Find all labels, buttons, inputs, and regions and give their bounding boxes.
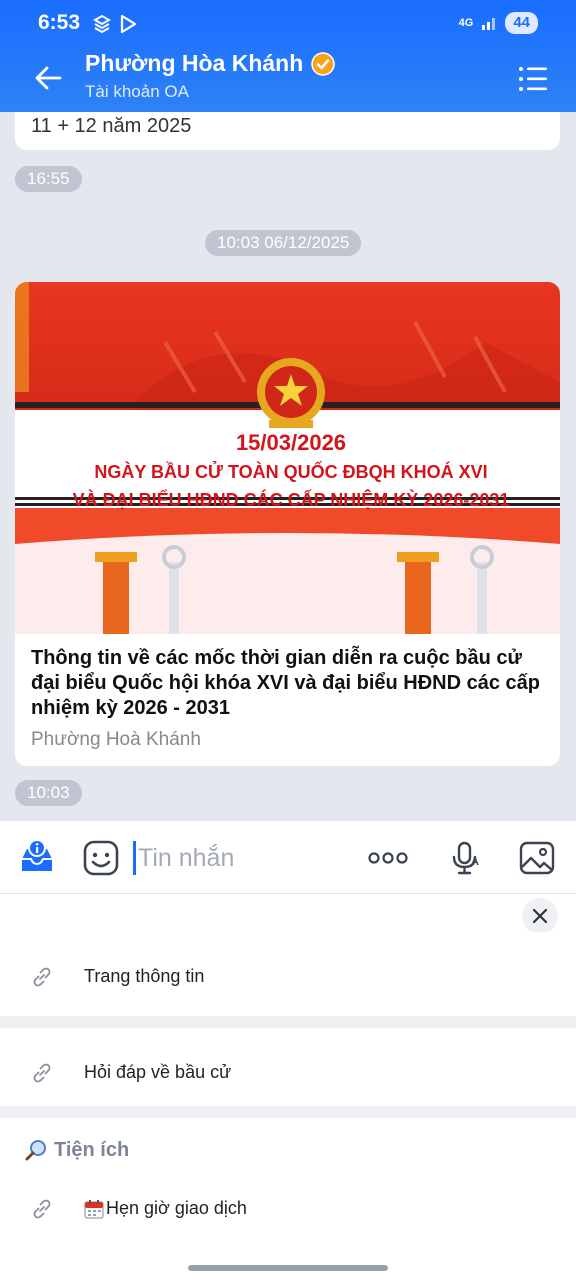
back-arrow-icon[interactable] — [30, 60, 66, 96]
voice-to-text-icon[interactable]: A — [446, 839, 484, 877]
link-icon — [33, 1063, 51, 1083]
banner-date: 15/03/2026 — [236, 430, 346, 455]
article-banner: 15/03/2026 NGÀY BẦU CỬ TOÀN QUỐC ĐBQH KH… — [15, 282, 560, 634]
previous-message-text: 11 + 12 năm 2025 — [31, 115, 192, 137]
text-cursor — [133, 841, 136, 875]
message-input-bar: A — [0, 820, 576, 894]
menu-item-label-wrap: Hẹn giờ giao dịch — [84, 1198, 247, 1219]
app-header: 6:53 4G 44 Phường Hòa Khánh Tài khoản OA — [0, 0, 576, 112]
status-right: 4G 44 — [459, 12, 538, 34]
network-label: 4G — [458, 17, 474, 29]
battery-indicator: 44 — [505, 12, 538, 34]
utilities-section-header: Tiện ích — [24, 1138, 129, 1162]
article-source: Phường Hoà Khánh — [31, 729, 201, 750]
menu-item-info-page[interactable]: Trang thông tin — [0, 932, 576, 1022]
calendar-icon — [84, 1199, 104, 1219]
divider — [0, 1016, 576, 1028]
previous-message-card[interactable]: 11 + 12 năm 2025 — [15, 112, 560, 150]
election-banner-image: 15/03/2026 NGÀY BẦU CỬ TOÀN QUỐC ĐBQH KH… — [15, 282, 560, 634]
article-time: 10:03 — [15, 780, 82, 806]
link-icon — [33, 1199, 51, 1219]
sticker-face-icon[interactable] — [82, 839, 120, 877]
date-separator: 10:03 06/12/2025 — [205, 230, 362, 256]
play-store-icon — [120, 14, 137, 34]
image-picker-icon[interactable] — [518, 839, 556, 877]
more-options-icon[interactable] — [368, 839, 408, 877]
magnifier-icon — [25, 1140, 46, 1161]
menu-item-label: Hẹn giờ giao dịch — [106, 1198, 247, 1218]
signal-icon — [482, 18, 496, 30]
status-time: 6:53 — [38, 11, 81, 34]
menu-item-schedule-appointment[interactable]: Hẹn giờ giao dịch — [0, 1164, 576, 1254]
article-title[interactable]: Thông tin về các mốc thời gian diễn ra c… — [31, 646, 546, 721]
app-notification-icon — [92, 14, 112, 34]
title-block[interactable]: Phường Hòa Khánh Tài khoản OA — [85, 50, 336, 102]
banner-line-2: VÀ ĐẠI BIỂU HĐND CÁC CẤP NHIỆM KỲ 2026-2… — [73, 489, 510, 510]
link-icon — [33, 967, 51, 987]
message-time: 16:55 — [15, 166, 82, 192]
divider — [0, 1106, 576, 1118]
oa-info-icon[interactable] — [18, 839, 56, 877]
menu-list-icon[interactable] — [518, 66, 548, 92]
menu-item-label: Hỏi đáp về bầu cử — [84, 1062, 232, 1082]
status-bar: 6:53 4G 44 — [0, 0, 576, 48]
home-indicator[interactable] — [188, 1265, 388, 1271]
banner-line-1: NGÀY BẦU CỬ TOÀN QUỐC ĐBQH KHOÁ XVI — [94, 461, 487, 482]
status-app-icons — [92, 14, 138, 34]
verified-badge-icon — [311, 51, 336, 76]
close-panel-button[interactable] — [522, 898, 558, 934]
close-icon — [532, 908, 548, 924]
menu-item-label: Trang thông tin — [84, 966, 205, 986]
article-card[interactable]: 15/03/2026 NGÀY BẦU CỬ TOÀN QUỐC ĐBQH KH… — [15, 282, 560, 766]
section-title: Tiện ích — [54, 1138, 130, 1161]
chat-area[interactable]: 11 + 12 năm 2025 16:55 10:03 06/12/2025 — [0, 112, 576, 820]
svg-text:A: A — [471, 856, 479, 868]
message-input[interactable] — [138, 839, 348, 877]
page-title: Phường Hòa Khánh — [85, 50, 304, 76]
account-type-label: Tài khoản OA — [85, 82, 189, 101]
menu-item-election-faq[interactable]: Hỏi đáp về bầu cử — [0, 1028, 576, 1118]
quick-menu-panel: Trang thông tin Hỏi đáp về bầu cử Tiện í… — [0, 894, 576, 1280]
